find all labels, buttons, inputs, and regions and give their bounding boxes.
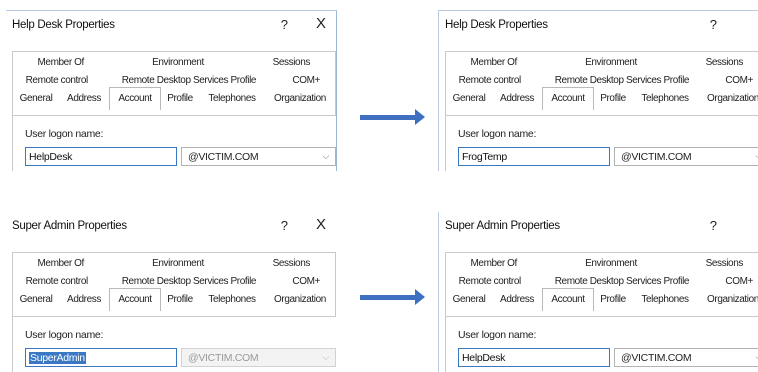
- tab-sessions[interactable]: Sessions: [681, 54, 758, 70]
- logon-name-input[interactable]: SuperAdmin: [25, 348, 177, 367]
- tab-general[interactable]: General: [446, 291, 492, 311]
- close-button[interactable]: X: [316, 216, 326, 233]
- tab-general[interactable]: General: [13, 291, 59, 311]
- tab-profile[interactable]: Profile: [594, 90, 632, 110]
- chevron-down-icon: ⌵: [322, 151, 329, 161]
- tab-member-of[interactable]: Member Of: [446, 255, 541, 271]
- account-tab-content: User logon name: SuperAdmin @VICTIM.COM …: [12, 316, 336, 372]
- tab-member-of[interactable]: Member Of: [446, 54, 541, 70]
- logon-name-input[interactable]: HelpDesk: [458, 348, 610, 367]
- logon-name-input[interactable]: HelpDesk: [25, 147, 177, 166]
- dialog-title: Help Desk Properties: [445, 19, 548, 31]
- tab-member-of[interactable]: Member Of: [13, 255, 108, 271]
- account-tab-content: User logon name: FrogTemp @VICTIM.COM ⌵: [445, 115, 758, 171]
- tab-address[interactable]: Address: [492, 90, 542, 110]
- dialog-top-after: Help Desk Properties ? X Member Of Envir…: [438, 10, 758, 171]
- logon-name-label: User logon name:: [458, 128, 537, 140]
- tab-remote-control[interactable]: Remote control: [446, 273, 533, 289]
- help-button[interactable]: ?: [281, 17, 288, 32]
- tab-com[interactable]: COM+: [277, 273, 335, 289]
- logon-name-value: FrogTemp: [462, 151, 507, 163]
- tab-general[interactable]: General: [13, 90, 59, 110]
- tab-com[interactable]: COM+: [710, 72, 758, 88]
- tab-account[interactable]: Account: [542, 87, 594, 110]
- chevron-down-icon: ⌵: [322, 352, 329, 362]
- tab-environment[interactable]: Environment: [541, 255, 680, 271]
- help-button[interactable]: ?: [710, 218, 717, 233]
- tab-remote-control[interactable]: Remote control: [446, 72, 533, 88]
- arrow-right-icon: [360, 109, 425, 125]
- tab-strip: Member Of Environment Sessions Remote co…: [445, 51, 758, 116]
- tab-strip: Member Of Environment Sessions Remote co…: [445, 252, 758, 317]
- tab-strip: Member Of Environment Sessions Remote co…: [12, 252, 336, 317]
- dialog-bottom-before: Super Admin Properties ? X Member Of Env…: [6, 212, 336, 372]
- tab-telephones[interactable]: Telephones: [199, 291, 265, 311]
- logon-name-value: HelpDesk: [29, 151, 73, 163]
- tab-organization[interactable]: Organization: [698, 291, 758, 311]
- tab-environment[interactable]: Environment: [541, 54, 680, 70]
- tab-rds-profile[interactable]: Remote Desktop Services Profile: [533, 273, 710, 289]
- tab-account[interactable]: Account: [542, 288, 594, 311]
- dialog-title: Super Admin Properties: [12, 220, 127, 232]
- close-button[interactable]: X: [316, 15, 326, 32]
- help-button[interactable]: ?: [710, 17, 717, 32]
- tab-environment[interactable]: Environment: [108, 54, 247, 70]
- tab-rds-profile[interactable]: Remote Desktop Services Profile: [100, 72, 277, 88]
- tab-com[interactable]: COM+: [710, 273, 758, 289]
- tab-sessions[interactable]: Sessions: [248, 54, 335, 70]
- tab-environment[interactable]: Environment: [108, 255, 247, 271]
- tab-organization[interactable]: Organization: [265, 291, 335, 311]
- logon-name-label: User logon name:: [458, 329, 537, 341]
- account-tab-content: User logon name: HelpDesk @VICTIM.COM ⌵: [12, 115, 336, 171]
- tab-address[interactable]: Address: [59, 90, 109, 110]
- tab-account[interactable]: Account: [109, 288, 161, 311]
- dialog-top-before: Help Desk Properties ? X Member Of Envir…: [6, 10, 337, 171]
- tab-sessions[interactable]: Sessions: [681, 255, 758, 271]
- tab-remote-control[interactable]: Remote control: [13, 72, 100, 88]
- logon-name-value: HelpDesk: [462, 352, 506, 364]
- tab-profile[interactable]: Profile: [161, 90, 199, 110]
- tab-strip: Member Of Environment Sessions Remote co…: [12, 51, 336, 116]
- tab-organization[interactable]: Organization: [698, 90, 758, 110]
- tab-general[interactable]: General: [446, 90, 492, 110]
- tab-rds-profile[interactable]: Remote Desktop Services Profile: [533, 72, 710, 88]
- tab-address[interactable]: Address: [59, 291, 109, 311]
- help-button[interactable]: ?: [281, 218, 288, 233]
- domain-select[interactable]: @VICTIM.COM ⌵: [181, 147, 336, 166]
- logon-name-value: SuperAdmin: [29, 352, 86, 364]
- logon-name-label: User logon name:: [25, 329, 104, 341]
- tab-com[interactable]: COM+: [277, 72, 335, 88]
- tab-member-of[interactable]: Member Of: [13, 54, 108, 70]
- domain-value: @VICTIM.COM: [188, 151, 259, 163]
- tab-address[interactable]: Address: [492, 291, 542, 311]
- logon-name-label: User logon name:: [25, 128, 104, 140]
- dialog-bottom-after: Super Admin Properties ? X Member Of Env…: [438, 212, 758, 372]
- domain-select[interactable]: @VICTIM.COM ⌵: [614, 147, 758, 166]
- domain-select[interactable]: @VICTIM.COM ⌵: [614, 348, 758, 367]
- tab-telephones[interactable]: Telephones: [199, 90, 265, 110]
- dialog-title: Help Desk Properties: [12, 19, 115, 31]
- dialog-title: Super Admin Properties: [445, 220, 560, 232]
- domain-value: @VICTIM.COM: [621, 352, 692, 364]
- domain-select[interactable]: @VICTIM.COM ⌵: [181, 348, 336, 367]
- logon-name-input[interactable]: FrogTemp: [458, 147, 610, 166]
- tab-organization[interactable]: Organization: [265, 90, 335, 110]
- account-tab-content: User logon name: HelpDesk @VICTIM.COM ⌵: [445, 316, 758, 372]
- tab-profile[interactable]: Profile: [594, 291, 632, 311]
- tab-sessions[interactable]: Sessions: [248, 255, 335, 271]
- tab-telephones[interactable]: Telephones: [632, 90, 698, 110]
- arrow-right-icon: [360, 289, 425, 305]
- domain-value: @VICTIM.COM: [621, 151, 692, 163]
- domain-value: @VICTIM.COM: [188, 352, 259, 364]
- tab-account[interactable]: Account: [109, 87, 161, 110]
- tab-profile[interactable]: Profile: [161, 291, 199, 311]
- tab-rds-profile[interactable]: Remote Desktop Services Profile: [100, 273, 277, 289]
- tab-telephones[interactable]: Telephones: [632, 291, 698, 311]
- tab-remote-control[interactable]: Remote control: [13, 273, 100, 289]
